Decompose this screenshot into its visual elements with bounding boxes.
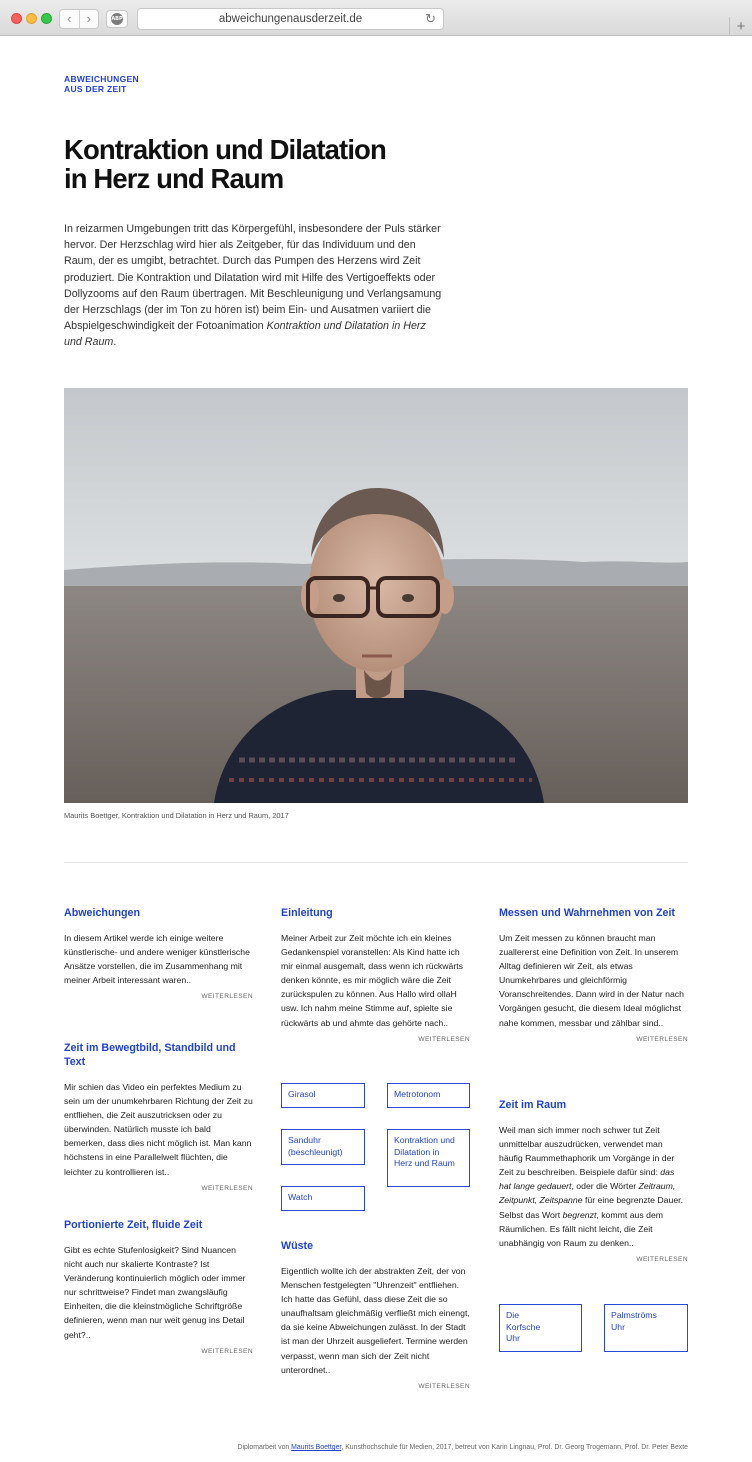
footer-prefix: Diplomarbeit von	[237, 1444, 292, 1451]
new-tab-button[interactable]: +	[729, 17, 752, 36]
text-part: , oder die Wörter	[571, 1181, 639, 1192]
read-more-link[interactable]: WEITERLESEN	[499, 1036, 688, 1043]
read-more-link[interactable]: WEITERLESEN	[281, 1383, 470, 1390]
teaser-title[interactable]: Einleitung	[281, 906, 470, 920]
project-link-label: Watch	[288, 1192, 313, 1202]
address-bar[interactable]: abweichungenausderzeit.de ↻	[137, 8, 444, 30]
read-more-link[interactable]: WEITERLESEN	[499, 1256, 688, 1263]
teaser-text: In diesem Artikel werde ich einige weite…	[64, 933, 250, 986]
text-part: Weil man sich immer noch schwer tut Zeit…	[499, 1125, 675, 1178]
teaser-text: Mir schien das Video ein perfektes Mediu…	[64, 1082, 253, 1177]
read-more-link[interactable]: WEITERLESEN	[64, 1348, 253, 1355]
project-link-label: Kontraktion und	[394, 1135, 455, 1145]
teaser-text: Um Zeit messen zu können braucht man zua…	[499, 933, 684, 1028]
portrait-photo	[64, 388, 688, 803]
zoom-window-button[interactable]	[41, 13, 52, 24]
teaser-title[interactable]: Zeit im Raum	[499, 1098, 688, 1112]
footer-credits: Diplomarbeit von Maurits Boettger, Kunst…	[238, 1444, 688, 1451]
adblock-extension-button[interactable]: ABP	[106, 10, 128, 28]
teaser-wueste: Wüste Eigentlich wollte ich der abstrakt…	[281, 1239, 470, 1390]
site-logo[interactable]: ABWEICHUNGEN AUS DER ZEIT	[64, 74, 139, 94]
forward-button[interactable]: ›	[78, 10, 99, 28]
minimize-window-button[interactable]	[26, 13, 37, 24]
intro-text: In reizarmen Umgebungen tritt das Körper…	[64, 223, 442, 333]
project-link-label: Die	[506, 1310, 520, 1320]
teaser-abweichungen: Abweichungen In diesem Artikel werde ich…	[64, 906, 253, 1000]
project-link-watch[interactable]: Watch	[281, 1186, 365, 1211]
project-link-palmstroems-uhr[interactable]: Palmströms Uhr	[604, 1304, 688, 1352]
footer-suffix: , Kunsthochschule für Medien, 2017, betr…	[341, 1444, 688, 1451]
project-link-label: Sanduhr	[288, 1135, 321, 1145]
project-link-label: Korfsche	[506, 1321, 541, 1332]
project-link-korfsche-uhr[interactable]: Die Korfsche Uhr	[499, 1304, 582, 1352]
url-text: abweichungenausderzeit.de	[218, 13, 363, 25]
teaser-messen-und-wahrnehmen: Messen und Wahrnehmen von Zeit Um Zeit m…	[499, 906, 688, 1043]
close-window-button[interactable]	[11, 13, 22, 24]
desert-portrait-image	[64, 388, 688, 803]
teaser-text: Weil man sich immer noch schwer tut Zeit…	[499, 1123, 688, 1250]
teaser-title[interactable]: Wüste	[281, 1239, 470, 1253]
project-link-sanduhr[interactable]: Sanduhr (beschleunigt)	[281, 1129, 365, 1165]
teaser-title[interactable]: Portionierte Zeit, fluide Zeit	[64, 1218, 253, 1232]
back-button[interactable]: ‹	[60, 10, 79, 28]
teaser-title[interactable]: Zeit im Bewegtbild, Standbild und Text	[64, 1041, 253, 1069]
read-more-link[interactable]: WEITERLESEN	[64, 993, 253, 1000]
page-title: Kontraktion und Dilatation in Herz und R…	[64, 134, 484, 194]
logo-line-2: AUS DER ZEIT	[64, 83, 127, 94]
intro-end: .	[113, 336, 117, 349]
title-line-2: in Herz und Raum	[64, 162, 284, 194]
project-link-kontraktion-dilatation[interactable]: Kontraktion und Dilatation in Herz und R…	[387, 1129, 470, 1187]
project-link-label: Uhr	[611, 1321, 625, 1332]
project-link-label: Herz und Raum	[394, 1158, 455, 1168]
text-italic: begrenzt	[562, 1209, 597, 1220]
teaser-text: Eigentlich wollte ich der abstrakten Zei…	[281, 1266, 470, 1375]
reload-icon[interactable]: ↻	[425, 9, 436, 29]
project-link-label: Uhr	[506, 1333, 520, 1343]
project-link-label: Metrotonom	[394, 1089, 441, 1099]
project-link-metrotonom[interactable]: Metrotonom	[387, 1083, 470, 1108]
divider	[64, 862, 688, 863]
photo-caption: Maurits Boettger, Kontraktion und Dilata…	[64, 811, 289, 820]
teaser-zeit-im-raum: Zeit im Raum Weil man sich immer noch sc…	[499, 1098, 688, 1263]
read-more-link[interactable]: WEITERLESEN	[64, 1185, 253, 1192]
project-link-label: Girasol	[288, 1089, 316, 1099]
teaser-title[interactable]: Abweichungen	[64, 906, 253, 920]
teaser-text: Gibt es echte Stufenlosigkeit? Sind Nuan…	[64, 1245, 246, 1340]
project-link-label: Palmströms	[611, 1310, 657, 1320]
project-link-girasol[interactable]: Girasol	[281, 1083, 365, 1108]
browser-toolbar: ‹ › ABP abweichungenausderzeit.de ↻ +	[0, 0, 752, 36]
teaser-einleitung: Einleitung Meiner Arbeit zur Zeit möchte…	[281, 906, 470, 1043]
project-link-label: (beschleunigt)	[288, 1146, 343, 1157]
read-more-link[interactable]: WEITERLESEN	[281, 1036, 470, 1043]
teaser-portionierte-zeit: Portionierte Zeit, fluide Zeit Gibt es e…	[64, 1218, 253, 1355]
history-nav: ‹ ›	[59, 9, 99, 29]
adblock-icon: ABP	[111, 13, 123, 25]
title-line-1: Kontraktion und Dilatation	[64, 134, 387, 165]
teaser-text: Meiner Arbeit zur Zeit möchte ich ein kl…	[281, 933, 464, 1028]
teaser-title[interactable]: Messen und Wahrnehmen von Zeit	[499, 906, 688, 920]
intro-paragraph: In reizarmen Umgebungen tritt das Körper…	[64, 221, 444, 351]
teaser-zeit-im-bewegtbild: Zeit im Bewegtbild, Standbild und Text M…	[64, 1041, 253, 1192]
author-link[interactable]: Maurits Boettger	[291, 1444, 341, 1451]
project-link-label: Dilatation in	[394, 1146, 440, 1157]
